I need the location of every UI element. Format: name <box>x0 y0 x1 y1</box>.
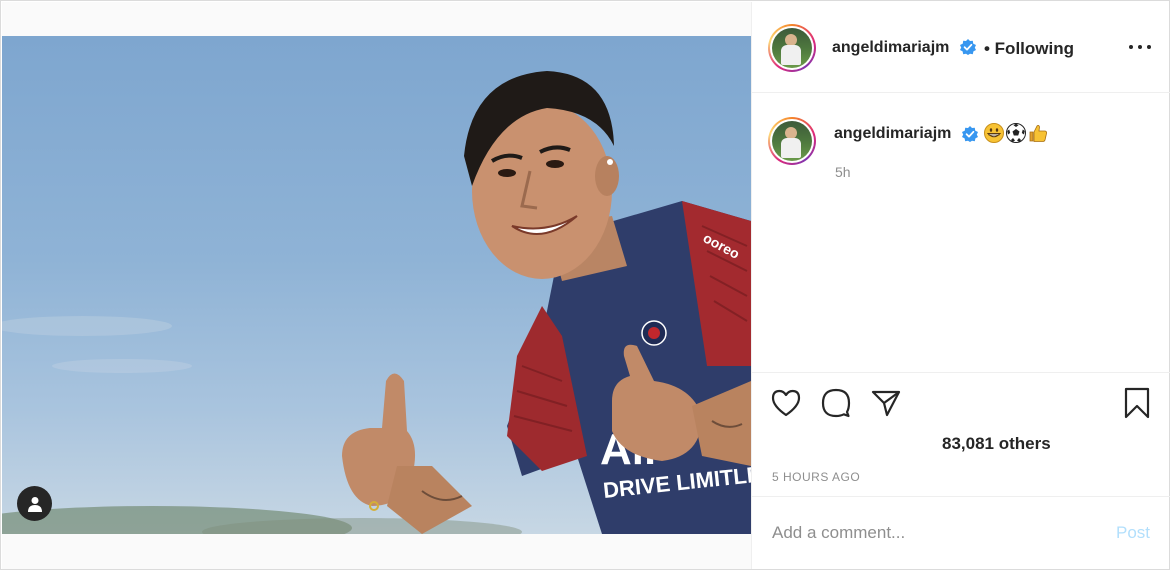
post-actions: 83,081 others 5 HOURS AGO <box>752 372 1170 497</box>
comment-bar: Post <box>752 496 1170 569</box>
caption-time: 5h <box>835 164 851 180</box>
post-side-panel: angeldimariajm • Following angeldimariaj… <box>751 2 1170 569</box>
bookmark-icon <box>1124 387 1150 419</box>
likes-count[interactable]: 83,081 others <box>942 434 1051 454</box>
comment-icon <box>821 388 851 418</box>
post-comment-button[interactable]: Post <box>1116 523 1150 543</box>
comment-input[interactable] <box>772 520 1092 546</box>
save-button[interactable] <box>1121 387 1153 419</box>
grinning-face-icon <box>984 123 1004 143</box>
comment-button[interactable] <box>820 387 852 419</box>
more-options-icon[interactable] <box>1129 38 1151 56</box>
following-button[interactable]: • Following <box>984 39 1074 59</box>
share-button[interactable] <box>870 387 902 419</box>
post-header: angeldimariajm • Following <box>752 2 1170 93</box>
post-modal: ooreo Air DRIVE LIMITLESS <box>0 0 1170 570</box>
verified-badge-icon <box>962 126 978 142</box>
heart-icon <box>771 389 801 417</box>
photo-illustration: ooreo Air DRIVE LIMITLESS <box>2 71 751 534</box>
verified-badge-icon <box>960 39 976 55</box>
user-tag-button[interactable] <box>17 486 52 521</box>
thumbs-up-icon <box>1029 125 1047 142</box>
post-photo[interactable]: ooreo Air DRIVE LIMITLESS <box>2 36 751 534</box>
caption-username[interactable]: angeldimariajm <box>834 125 951 143</box>
caption-text <box>984 123 1048 143</box>
soccer-ball-icon <box>1006 123 1026 143</box>
author-username[interactable]: angeldimariajm <box>832 39 949 57</box>
author-avatar[interactable] <box>768 24 816 72</box>
caption-avatar[interactable] <box>768 117 816 165</box>
share-icon <box>871 390 901 417</box>
like-button[interactable] <box>770 387 802 419</box>
post-date[interactable]: 5 HOURS AGO <box>772 470 860 484</box>
post-media: ooreo Air DRIVE LIMITLESS <box>2 2 751 569</box>
user-tag-icon <box>27 496 42 512</box>
